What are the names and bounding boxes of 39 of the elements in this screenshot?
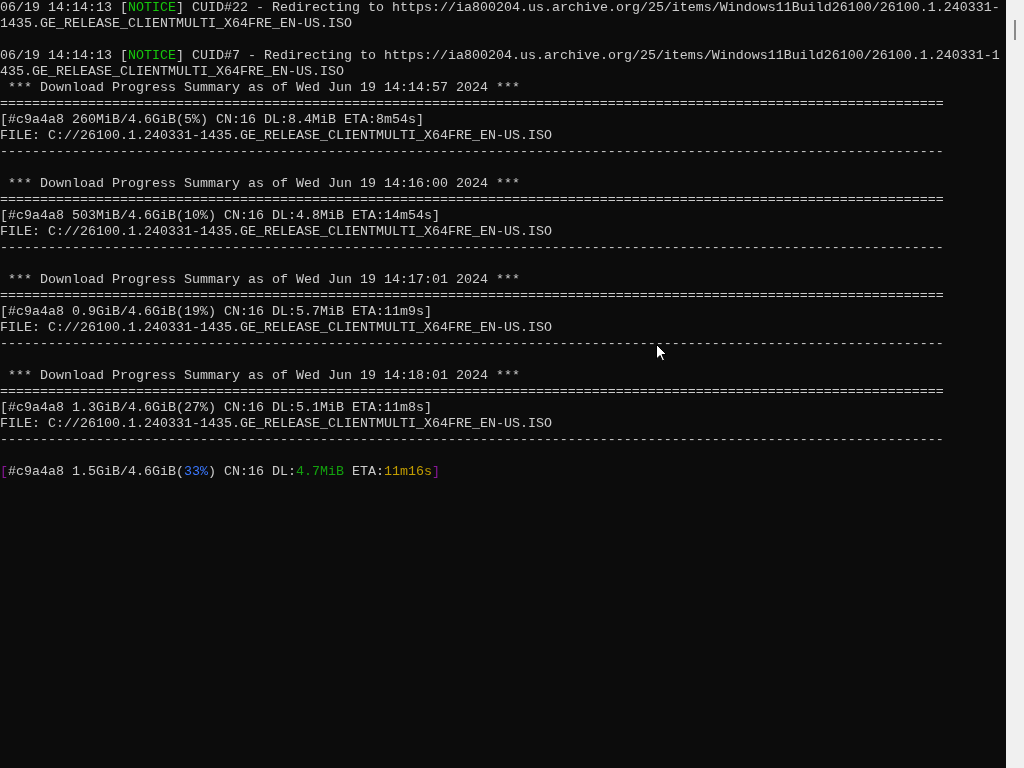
file-line: FILE: C://26100.1.240331-1435.GE_RELEASE_CLIENTMULTI_X64FRE_EN-US.ISO	[0, 320, 553, 336]
log-text: [	[0, 464, 8, 479]
log-text: NOTICE	[128, 48, 176, 63]
log-text: 1435.GE_RELEASE_CLIENTMULTI_X64FRE_EN-US.ISO	[0, 16, 352, 31]
rule-line: ----------------------------------------------------------------------------------------------------------------------	[0, 144, 945, 160]
log-text: ) CN:16 DL:	[207, 464, 296, 479]
log-text: #c9a4a8 1.5GiB/4.6GiB(	[8, 464, 184, 479]
mouse-pointer-icon	[656, 344, 667, 362]
rule-line: ======================================================================================================================	[0, 96, 945, 112]
progress-line: [#c9a4a8 1.3GiB/4.6GiB(27%) CN:16 DL:5.1MiB ETA:11m8s]	[0, 400, 433, 416]
file-line: FILE: C://26100.1.240331-1435.GE_RELEASE_CLIENTMULTI_X64FRE_EN-US.ISO	[0, 416, 553, 432]
log-text: ETA:	[350, 464, 384, 479]
rule-line: ======================================================================================================================	[0, 384, 945, 400]
progress-line: [#c9a4a8 503MiB/4.6GiB(10%) CN:16 DL:4.8MiB ETA:14m54s]	[0, 208, 441, 224]
log-text: 06/19 14:14:13 [	[0, 48, 128, 63]
log-text: ]	[431, 464, 440, 479]
rule-line: ======================================================================================================================	[0, 192, 945, 208]
rule-line: ----------------------------------------------------------------------------------------------------------------------	[0, 432, 945, 448]
rule-line: ----------------------------------------------------------------------------------------------------------------------	[0, 240, 945, 256]
progress-line: [#c9a4a8 0.9GiB/4.6GiB(19%) CN:16 DL:5.7MiB ETA:11m9s]	[0, 304, 433, 320]
scrollbar-thumb[interactable]	[1014, 20, 1016, 40]
summary-header: *** Download Progress Summary as of Wed Jun 19 14:17:01 2024 ***	[7, 272, 521, 288]
summary-header: *** Download Progress Summary as of Wed Jun 19 14:16:00 2024 ***	[7, 176, 521, 192]
file-line: FILE: C://26100.1.240331-1435.GE_RELEASE_CLIENTMULTI_X64FRE_EN-US.ISO	[0, 128, 553, 144]
summary-header: *** Download Progress Summary as of Wed Jun 19 14:18:01 2024 ***	[7, 368, 521, 384]
log-text: 4.7MiB	[295, 464, 344, 479]
rule-line: ======================================================================================================================	[0, 288, 945, 304]
log-text: ] CUID#7 - Redirecting to https://ia800204.us.archive.org/25/items/Windows11Build26100/26100.1.240331-1	[176, 48, 1000, 63]
log-text: 435.GE_RELEASE_CLIENTMULTI_X64FRE_EN-US.ISO	[0, 64, 344, 79]
log-text: ] CUID#22 - Redirecting to https://ia800204.us.archive.org/25/items/Windows11Build26100/26100.1.240331-	[176, 0, 1000, 15]
scrollbar[interactable]	[1006, 0, 1024, 768]
summary-header: *** Download Progress Summary as of Wed Jun 19 14:14:57 2024 ***	[7, 80, 521, 96]
log-text: 33%	[183, 464, 208, 479]
log-text: 11m16s	[383, 464, 432, 479]
log-text: 06/19 14:14:13 [	[0, 0, 128, 15]
log-text: NOTICE	[128, 0, 176, 15]
progress-line: [#c9a4a8 260MiB/4.6GiB(5%) CN:16 DL:8.4MiB ETA:8m54s]	[0, 112, 425, 128]
file-line: FILE: C://26100.1.240331-1435.GE_RELEASE_CLIENTMULTI_X64FRE_EN-US.ISO	[0, 224, 553, 240]
rule-line: ----------------------------------------------------------------------------------------------------------------------	[0, 336, 945, 352]
